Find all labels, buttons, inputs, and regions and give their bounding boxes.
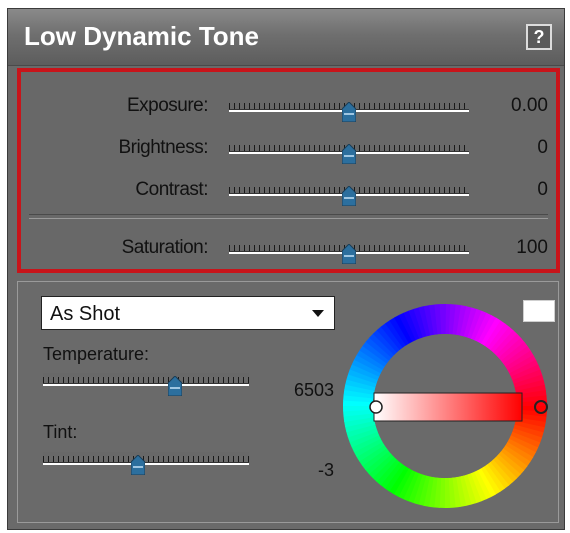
panel-title-bar: Low Dynamic Tone ? [8, 9, 564, 66]
panel-title: Low Dynamic Tone [24, 21, 259, 51]
contrast-row: Contrast: 0 [21, 179, 556, 209]
saturation-label: Saturation: [121, 237, 209, 258]
low-dynamic-tone-panel: Low Dynamic Tone ? Exposure: 0.00 Bright… [7, 8, 565, 530]
contrast-value: 0 [537, 179, 548, 200]
contrast-label: Contrast: [135, 179, 208, 200]
exposure-value: 0.00 [511, 95, 548, 116]
slider-thumb-icon[interactable] [342, 144, 356, 164]
saturation-slider[interactable] [229, 237, 469, 264]
brightness-label: Brightness: [118, 137, 208, 158]
dropdown-arrow-icon [312, 310, 324, 317]
help-icon: ? [533, 27, 545, 47]
slider-thumb-icon[interactable] [342, 186, 356, 206]
temperature-label: Temperature: [43, 344, 150, 364]
white-balance-selected: As Shot [50, 303, 121, 325]
tone-adjustments-group: Exposure: 0.00 Brightness: 0 Contrast: 0… [17, 68, 560, 273]
gradient-start-handle[interactable] [369, 400, 383, 414]
section-divider [29, 214, 548, 219]
exposure-slider[interactable] [229, 95, 469, 122]
white-balance-group: As Shot Temperature: 6503 Tint: -3 [17, 281, 559, 523]
white-balance-dropdown[interactable]: As Shot [41, 296, 335, 330]
saturation-value: 100 [516, 237, 548, 258]
slider-thumb-icon[interactable] [342, 102, 356, 122]
brightness-value: 0 [537, 137, 548, 158]
tint-value: -3 [317, 460, 334, 480]
exposure-label: Exposure: [126, 95, 209, 116]
help-button[interactable]: ? [526, 24, 552, 50]
color-wheel-icon[interactable] [340, 301, 550, 511]
temperature-value: 6503 [293, 380, 334, 400]
brightness-slider[interactable] [229, 137, 469, 164]
tint-slider[interactable] [43, 448, 249, 475]
tint-gradient-bar[interactable] [373, 392, 523, 422]
exposure-row: Exposure: 0.00 [21, 95, 556, 125]
brightness-row: Brightness: 0 [21, 137, 556, 167]
slider-thumb-icon[interactable] [130, 455, 145, 475]
contrast-slider[interactable] [229, 179, 469, 206]
slider-thumb-icon[interactable] [342, 244, 356, 264]
slider-thumb-icon[interactable] [167, 376, 182, 396]
saturation-row: Saturation: 100 [21, 237, 556, 267]
temperature-slider[interactable] [43, 369, 249, 396]
tint-label: Tint: [43, 422, 78, 442]
